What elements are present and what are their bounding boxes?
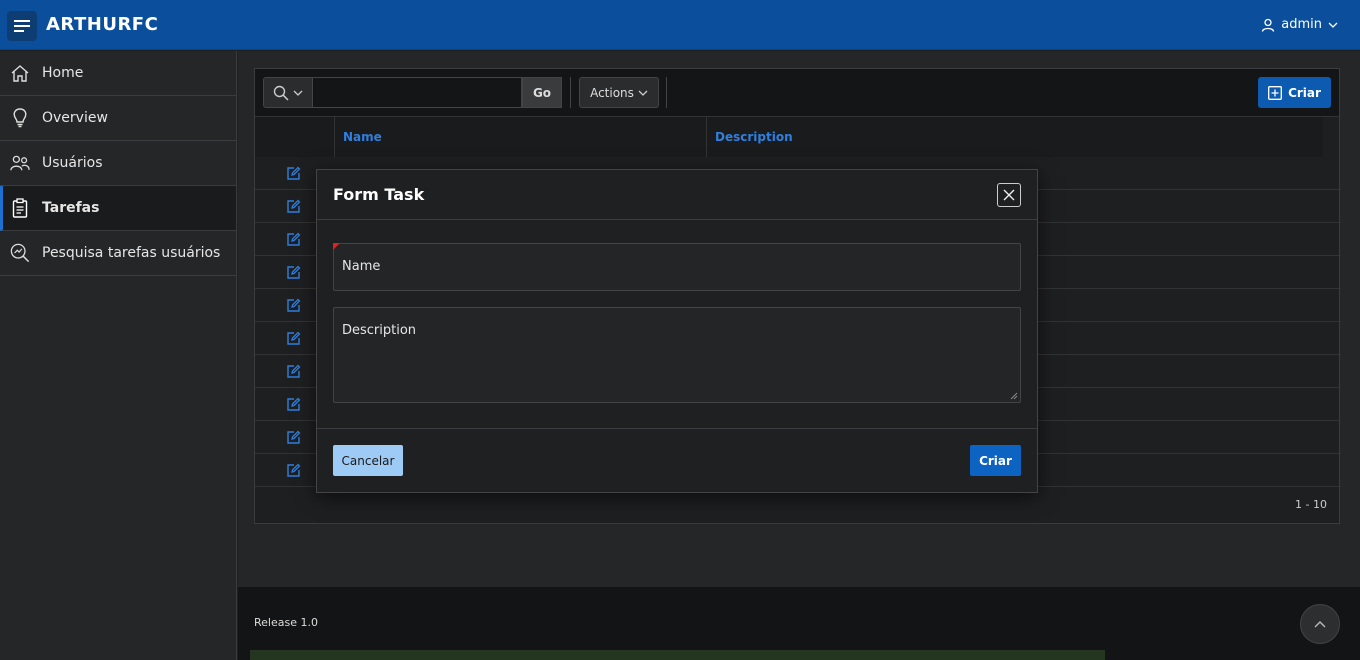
search-chart-icon: [10, 243, 30, 263]
chevron-down-icon: [293, 90, 303, 96]
cancel-button[interactable]: Cancelar: [333, 445, 403, 476]
pagination-info: 1 - 10: [1295, 498, 1327, 511]
actions-label: Actions: [590, 85, 634, 100]
edit-icon[interactable]: [286, 265, 301, 280]
close-icon: [1003, 189, 1015, 201]
edit-icon[interactable]: [286, 364, 301, 379]
description-field[interactable]: Description: [333, 307, 1021, 403]
sidebar-item-label: Pesquisa tarefas usuários: [42, 245, 221, 261]
sidebar-item-label: Tarefas: [42, 200, 100, 216]
edit-icon[interactable]: [286, 397, 301, 412]
release-text: Release 1.0: [254, 616, 318, 629]
sidebar-item-usuarios[interactable]: Usuários: [0, 141, 236, 186]
scroll-to-top-button[interactable]: [1300, 604, 1340, 644]
sidebar-item-tarefas[interactable]: Tarefas: [0, 186, 236, 231]
edit-icon[interactable]: [286, 331, 301, 346]
hamburger-menu-button[interactable]: [7, 11, 37, 41]
resize-handle-icon[interactable]: [1010, 392, 1018, 400]
submit-create-button[interactable]: Criar: [970, 445, 1021, 476]
sidebar-item-label: Usuários: [42, 155, 103, 171]
required-indicator: [333, 243, 340, 250]
create-label: Criar: [1288, 85, 1321, 100]
edit-icon[interactable]: [286, 166, 301, 181]
actions-menu-button[interactable]: Actions: [579, 77, 659, 108]
search-input[interactable]: [313, 77, 522, 108]
user-icon: [1262, 18, 1275, 32]
search-icon: [273, 85, 289, 101]
lightbulb-icon: [10, 108, 30, 128]
column-header-description[interactable]: Description: [706, 117, 1323, 157]
chevron-down-icon: [1328, 22, 1338, 28]
create-button[interactable]: Criar: [1258, 77, 1331, 108]
column-header-name[interactable]: Name: [334, 117, 706, 157]
sidebar-item-home[interactable]: Home: [0, 51, 236, 96]
dialog-footer: Cancelar Criar: [317, 428, 1037, 494]
clipboard-icon: [10, 198, 30, 218]
go-button[interactable]: Go: [522, 77, 562, 108]
user-name: admin: [1281, 17, 1322, 32]
table-header: Name Description: [255, 117, 1323, 157]
sidebar-item-label: Home: [42, 65, 84, 81]
toolbar-divider: [666, 77, 667, 108]
toolbar-divider: [570, 77, 571, 108]
dialog-header: Form Task: [317, 170, 1037, 220]
report-toolbar: Go Actions Criar: [255, 69, 1339, 117]
form-task-dialog: Form Task Name Description Cancelar Cria…: [316, 169, 1038, 493]
search-column-button[interactable]: [263, 77, 313, 108]
app-title[interactable]: ARTHURFC: [46, 14, 158, 35]
dialog-title: Form Task: [333, 185, 425, 204]
hamburger-icon: [14, 20, 30, 32]
chevron-up-icon: [1314, 621, 1326, 628]
top-bar: ARTHURFC admin: [0, 0, 1360, 50]
chevron-down-icon: [638, 90, 648, 96]
sidebar-item-pesquisa-tarefas[interactable]: Pesquisa tarefas usuários: [0, 231, 236, 276]
user-menu[interactable]: admin: [1261, 17, 1338, 32]
edit-icon[interactable]: [286, 463, 301, 478]
name-field-label: Name: [342, 259, 381, 274]
close-button[interactable]: [997, 183, 1021, 207]
sidebar-nav: Home Overview Usuários Tarefas Pesquisa …: [0, 51, 237, 660]
home-icon: [10, 63, 30, 83]
edit-icon[interactable]: [286, 298, 301, 313]
edit-icon[interactable]: [286, 199, 301, 214]
edit-icon[interactable]: [286, 430, 301, 445]
name-field[interactable]: Name: [333, 243, 1021, 291]
description-field-label: Description: [342, 323, 417, 338]
plus-square-icon: [1268, 85, 1283, 100]
sidebar-item-overview[interactable]: Overview: [0, 96, 236, 141]
developer-toolbar: [250, 650, 1105, 660]
edit-icon[interactable]: [286, 232, 301, 247]
sidebar-item-label: Overview: [42, 110, 108, 126]
users-icon: [10, 153, 30, 173]
